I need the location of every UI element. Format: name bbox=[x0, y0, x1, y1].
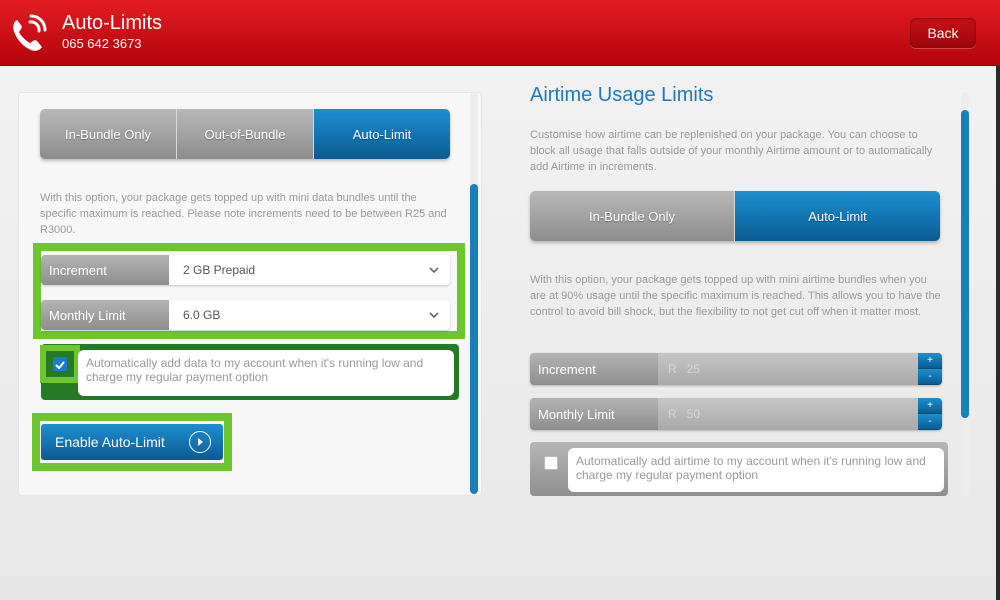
tab-data-auto-limit[interactable]: Auto-Limit bbox=[314, 109, 450, 159]
airtime-increment-label: Increment bbox=[530, 353, 658, 385]
data-auto-add-text: Automatically add data to my account whe… bbox=[78, 350, 454, 396]
tab-airtime-in-bundle-only[interactable]: In-Bundle Only bbox=[530, 191, 735, 241]
data-monthly-limit-label: Monthly Limit bbox=[41, 300, 169, 330]
increment-minus-button[interactable]: - bbox=[918, 369, 942, 385]
airtime-intro: Customise how airtime can be replenished… bbox=[530, 129, 933, 173]
airtime-panel-scroll-thumb[interactable] bbox=[961, 110, 969, 418]
airtime-increment-value: 25 bbox=[686, 362, 701, 376]
enable-auto-limit-label: Enable Auto-Limit bbox=[55, 434, 165, 450]
monthly-limit-minus-button[interactable]: - bbox=[918, 414, 942, 430]
airtime-monthly-limit-row: Monthly Limit R 50 + - bbox=[530, 398, 942, 430]
data-increment-select[interactable]: 2 GB Prepaid bbox=[169, 255, 450, 285]
airtime-monthly-limit-value: 50 bbox=[686, 407, 701, 421]
data-limit-tabs: In-Bundle Only Out-of-Bundle Auto-Limit bbox=[40, 109, 450, 159]
checkmark-icon bbox=[55, 361, 65, 370]
airtime-increment-row: Increment R 25 + - bbox=[530, 353, 942, 385]
chevron-down-icon bbox=[429, 267, 439, 274]
data-auto-add-checkbox[interactable] bbox=[53, 357, 67, 371]
monthly-limit-plus-button[interactable]: + bbox=[918, 398, 942, 414]
airtime-monthly-limit-stepper: + - bbox=[918, 398, 942, 430]
airtime-increment-input[interactable]: R 25 bbox=[658, 353, 918, 385]
currency-symbol: R bbox=[668, 362, 677, 376]
airtime-auto-add-text: Automatically add airtime to my account … bbox=[568, 448, 944, 492]
currency-symbol: R bbox=[668, 407, 677, 421]
phone-number: 065 642 3673 bbox=[62, 36, 142, 51]
data-panel-scrollbar[interactable] bbox=[470, 92, 478, 494]
back-button[interactable]: Back bbox=[910, 18, 976, 48]
enable-auto-limit-button[interactable]: Enable Auto-Limit bbox=[41, 424, 223, 460]
airtime-panel-scrollbar[interactable] bbox=[961, 92, 969, 496]
app-header: Auto-Limits 065 642 3673 Back bbox=[0, 0, 1000, 66]
airtime-usage-title: Airtime Usage Limits bbox=[530, 84, 714, 106]
phone-icon bbox=[13, 14, 47, 51]
airtime-monthly-limit-label: Monthly Limit bbox=[530, 398, 658, 430]
airtime-limit-tabs: In-Bundle Only Auto-Limit bbox=[530, 191, 940, 241]
airtime-increment-stepper: + - bbox=[918, 353, 942, 385]
airtime-monthly-limit-input[interactable]: R 50 bbox=[658, 398, 918, 430]
airtime-auto-add-checkbox[interactable] bbox=[544, 456, 558, 470]
data-panel-scroll-thumb[interactable] bbox=[470, 184, 478, 494]
tab-data-in-bundle-only[interactable]: In-Bundle Only bbox=[40, 109, 177, 159]
page-title: Auto-Limits bbox=[62, 12, 163, 34]
data-limit-description: With this option, your package gets topp… bbox=[40, 192, 447, 236]
tab-data-out-of-bundle[interactable]: Out-of-Bundle bbox=[177, 109, 314, 159]
window-edge bbox=[996, 66, 1000, 600]
chevron-down-icon bbox=[429, 312, 439, 319]
data-monthly-limit-row: Monthly Limit 6.0 GB bbox=[41, 300, 450, 330]
data-monthly-limit-select[interactable]: 6.0 GB bbox=[169, 300, 450, 330]
airtime-limit-description: With this option, your package gets topp… bbox=[530, 274, 941, 318]
increment-plus-button[interactable]: + bbox=[918, 353, 942, 369]
arrow-right-icon bbox=[189, 431, 211, 453]
data-increment-value: 2 GB Prepaid bbox=[183, 263, 256, 277]
data-increment-label: Increment bbox=[41, 255, 169, 285]
data-increment-row: Increment 2 GB Prepaid bbox=[41, 255, 450, 285]
data-monthly-limit-value: 6.0 GB bbox=[183, 308, 221, 322]
tab-airtime-auto-limit[interactable]: Auto-Limit bbox=[735, 191, 940, 241]
